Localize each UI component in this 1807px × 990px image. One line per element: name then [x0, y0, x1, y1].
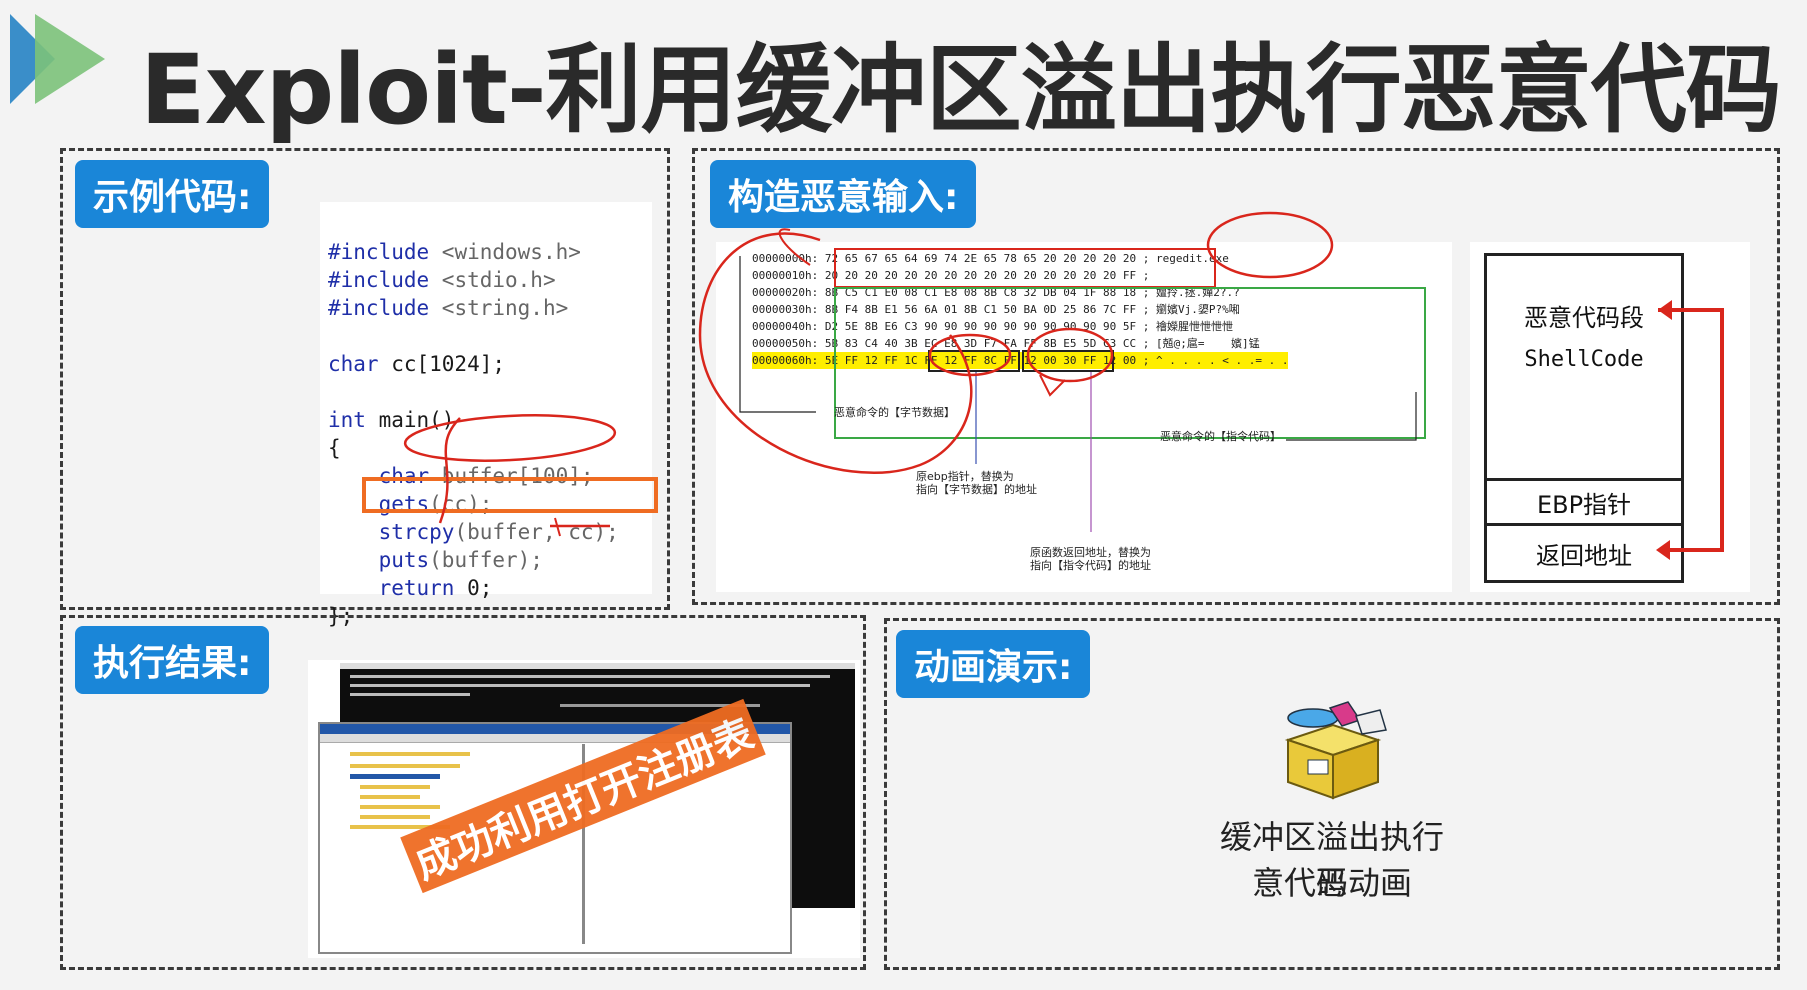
malicious-code-label: 恶意代码段: [1524, 304, 1644, 332]
code-text: (buffer);: [429, 548, 543, 572]
ret-note: 原函数返回地址，替换为 指向【指令代码】的地址: [1030, 546, 1151, 572]
code-annotation-scribbles: [403, 414, 617, 537]
package-icon[interactable]: [1268, 700, 1398, 800]
int-keyword: int: [328, 408, 366, 432]
example-code-tag: 示例代码:: [75, 160, 270, 228]
include-file: <string.h>: [429, 296, 569, 320]
include-keyword: #include: [328, 296, 430, 320]
animation-tag: 动画演示:: [896, 630, 1091, 698]
result-tag: 执行结果:: [75, 626, 270, 694]
hex-annotation-scribbles: [698, 211, 1334, 474]
include-file: <windows.h>: [429, 240, 581, 264]
return-keyword: return: [328, 576, 455, 600]
include-keyword: #include: [328, 240, 430, 264]
title-arrow-icon: [10, 14, 105, 104]
puts-keyword: puts: [328, 548, 430, 572]
char-keyword: char: [328, 352, 379, 376]
code-text: 0;: [454, 576, 493, 600]
include-keyword: #include: [328, 268, 430, 292]
shellcode-label: ShellCode: [1524, 347, 1644, 372]
page-title: Exploit-利用缓冲区溢出执行恶意代码: [140, 34, 1782, 146]
return-pointer-arrow-icon: [1656, 300, 1724, 560]
include-file: <stdio.h>: [429, 268, 556, 292]
animation-caption-line2: 意代码动画: [1251, 864, 1412, 902]
code-text: cc[1024];: [378, 352, 506, 376]
